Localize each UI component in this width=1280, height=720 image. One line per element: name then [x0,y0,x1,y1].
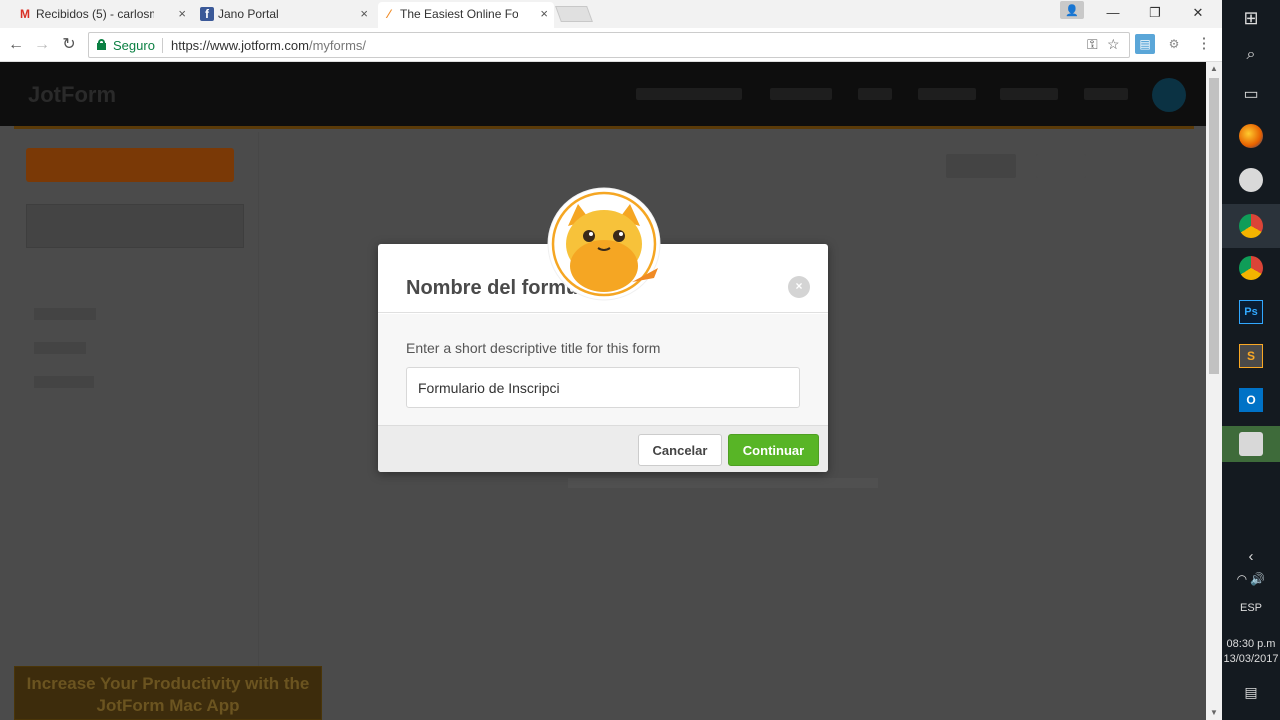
address-bar[interactable]: Seguro https://www.jotform.com/myforms/ … [88,32,1130,58]
key-icon[interactable]: ⚿ [1087,36,1098,53]
extension-icon[interactable]: ▤ [1135,34,1155,54]
sidebar-item [34,342,86,354]
url-host: https://www.jotform.com [171,38,309,53]
tab-gmail[interactable]: M Recibidos (5) - carlosmar × [14,2,192,28]
avatar [1152,78,1186,112]
clock-date[interactable]: 13/03/2017 [1222,653,1280,665]
promo-banner-text: Increase Your Productivity with the JotF… [26,674,310,715]
paint-icon[interactable] [1239,168,1263,192]
lock-icon [97,39,106,50]
chrome-icon[interactable] [1239,256,1263,280]
sidebar-item [34,376,94,388]
tab-title: Recibidos (5) - carlosmar [36,7,154,21]
sidebar-divider [258,132,259,720]
tab-title: The Easiest Online Form [400,7,518,21]
star-icon[interactable]: ☆ [1107,36,1120,53]
clock-time[interactable]: 08:30 p.m [1222,638,1280,650]
new-tab-button[interactable] [555,6,593,22]
tab-close-icon[interactable]: × [360,2,368,26]
facebook-icon: f [200,7,214,21]
nav-item [1084,88,1128,100]
promo-banner[interactable]: Increase Your Productivity with the JotF… [14,666,322,720]
photoshop-icon[interactable]: Ps [1239,300,1263,324]
jotform-mascot-icon [547,187,661,301]
scroll-thumb[interactable] [1209,78,1219,374]
browser-toolbar: ← → ↻ Seguro https://www.jotform.com/myf… [0,28,1222,62]
nav-item [636,88,742,100]
secure-label: Seguro [113,38,155,53]
chrome-icon[interactable] [1239,214,1263,238]
cancel-button[interactable]: Cancelar [638,434,722,466]
url-divider [162,38,163,53]
tab-title: Jano Portal [218,7,279,21]
field-label: Enter a short descriptive title for this… [406,340,661,356]
jotform-header: JotForm [0,62,1206,126]
page-scrollbar[interactable]: ▲ ▼ [1206,62,1222,720]
search-icon[interactable]: ⌕ [1222,46,1280,64]
tab-jotform[interactable]: ⁄ The Easiest Online Form × [378,2,554,28]
scroll-up-icon[interactable]: ▲ [1206,62,1222,76]
tab-close-icon[interactable]: × [178,2,186,26]
windows-taskbar: ⊞ ⌕ ▭ Ps S O ‹ ◠ 🔊 ESP 08:30 p.m 13/03/2… [1222,0,1280,720]
nav-item [918,88,976,100]
continue-button[interactable]: Continuar [728,434,819,466]
toolbar-button [1036,154,1086,178]
menu-icon[interactable]: ⋮ [1194,34,1214,54]
outlook-icon[interactable]: O [1239,388,1263,412]
forward-arrow-icon[interactable]: → [31,34,53,56]
close-window-button[interactable]: ✕ [1183,3,1213,23]
empty-state-text [568,478,878,488]
nav-item [858,88,892,100]
nav-item [1000,88,1058,100]
tab-close-icon[interactable]: × [540,2,548,26]
windows-start-icon[interactable]: ⊞ [1222,8,1280,29]
url-path: /myforms/ [308,38,367,53]
sidebar-panel [26,204,244,248]
tab-jano-portal[interactable]: f Jano Portal × [196,2,374,28]
gmail-icon: M [20,7,30,21]
notification-icon[interactable]: ▤ [1222,684,1280,701]
wifi-volume-icon[interactable]: ◠ 🔊 [1222,572,1280,586]
sublime-icon[interactable]: S [1239,344,1263,368]
header-accent-line [14,126,1194,129]
browser-tab-strip: M Recibidos (5) - carlosmar × f Jano Por… [0,0,1222,28]
language-indicator[interactable]: ESP [1222,602,1280,614]
back-arrow-icon[interactable]: ← [5,34,27,56]
url-text: https://www.jotform.com/myforms/ [171,38,366,53]
scroll-down-icon[interactable]: ▼ [1206,706,1222,720]
task-view-icon[interactable]: ▭ [1222,84,1280,104]
form-title-input[interactable] [406,367,800,408]
profile-icon[interactable]: 👤 [1060,1,1084,19]
jotform-logo: JotForm [28,82,116,107]
toolbar-button [946,154,1016,178]
dialog-body: Enter a short descriptive title for this… [378,314,828,425]
app-icon[interactable] [1239,432,1263,456]
chevron-left-icon[interactable]: ‹ [1222,548,1280,565]
nav-item [770,88,832,100]
minimize-button[interactable]: — [1098,3,1128,23]
create-form-button [26,148,234,182]
sidebar-item [34,308,96,320]
reload-icon[interactable]: ↻ [58,34,80,56]
jotform-icon: ⁄ [387,7,390,21]
firefox-icon[interactable] [1239,124,1263,148]
extension-gear-icon[interactable]: ⚙ [1164,34,1184,54]
close-icon[interactable]: × [788,276,810,298]
restore-button[interactable]: ❐ [1140,3,1170,23]
dialog-footer: Cancelar Continuar [378,425,828,472]
